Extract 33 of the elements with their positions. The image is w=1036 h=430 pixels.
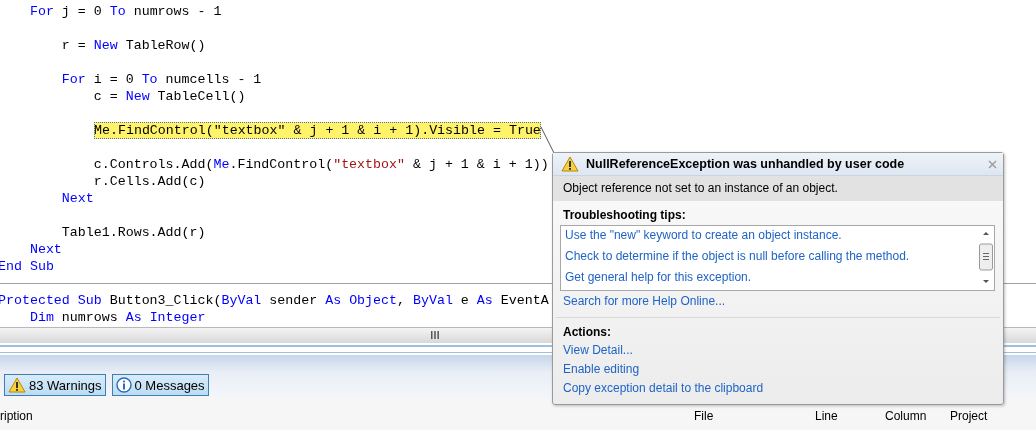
section-heading: Actions: (563, 325, 611, 339)
search-link[interactable]: Search for more Help Online... (563, 292, 726, 313)
exception-message: Object reference not set to an instance of an object. (563, 181, 838, 195)
tip-link[interactable]: Use the "new" keyword to create an object instance. (565, 226, 978, 247)
column-header[interactable]: Column (885, 409, 927, 423)
code-line: r.Cells.Add(c) (92, 173, 206, 190)
column-header[interactable]: ription (0, 409, 33, 423)
section-heading: Troubleshooting tips: (563, 208, 686, 222)
warning-icon (561, 156, 579, 172)
code-line: Next (28, 241, 62, 258)
code-line: Dim numrows As Integer (28, 309, 206, 326)
code-line: Table1.Rows.Add(r) (60, 224, 206, 241)
tip-link[interactable]: Get general help for this exception. (565, 268, 978, 289)
action-link[interactable]: Copy exception detail to the clipboard (563, 379, 764, 398)
action-link[interactable]: Enable editing (563, 360, 640, 379)
tip-link[interactable]: Check to determine if the object is null before calling the method. (565, 247, 978, 268)
popup-title: NullReferenceException was unhandled by user code (586, 157, 906, 171)
code-line: r = New TableRow() (60, 37, 206, 54)
warning-icon (8, 377, 26, 393)
action-link[interactable]: View Detail... (563, 341, 633, 360)
column-header[interactable]: Project (950, 409, 988, 423)
info-icon (115, 377, 132, 393)
column-header[interactable]: Line (815, 409, 838, 423)
code-line: c.Controls.Add(Me.FindControl("textbox" & j + 1 & i + 1)) (92, 156, 549, 173)
filter-button[interactable]: 83 Warnings (4, 374, 106, 396)
column-header[interactable]: File (694, 409, 714, 423)
code-line: c = New TableCell() (92, 88, 246, 105)
leader-line (540, 126, 556, 154)
code-line: Next (60, 190, 94, 207)
filter-button[interactable]: 0 Messages (111, 374, 209, 396)
scrollbar-grip[interactable] (430, 331, 440, 339)
code-line: For j = 0 To numrows - 1 (28, 3, 222, 20)
code-line: For i = 0 To numcells - 1 (60, 71, 262, 88)
